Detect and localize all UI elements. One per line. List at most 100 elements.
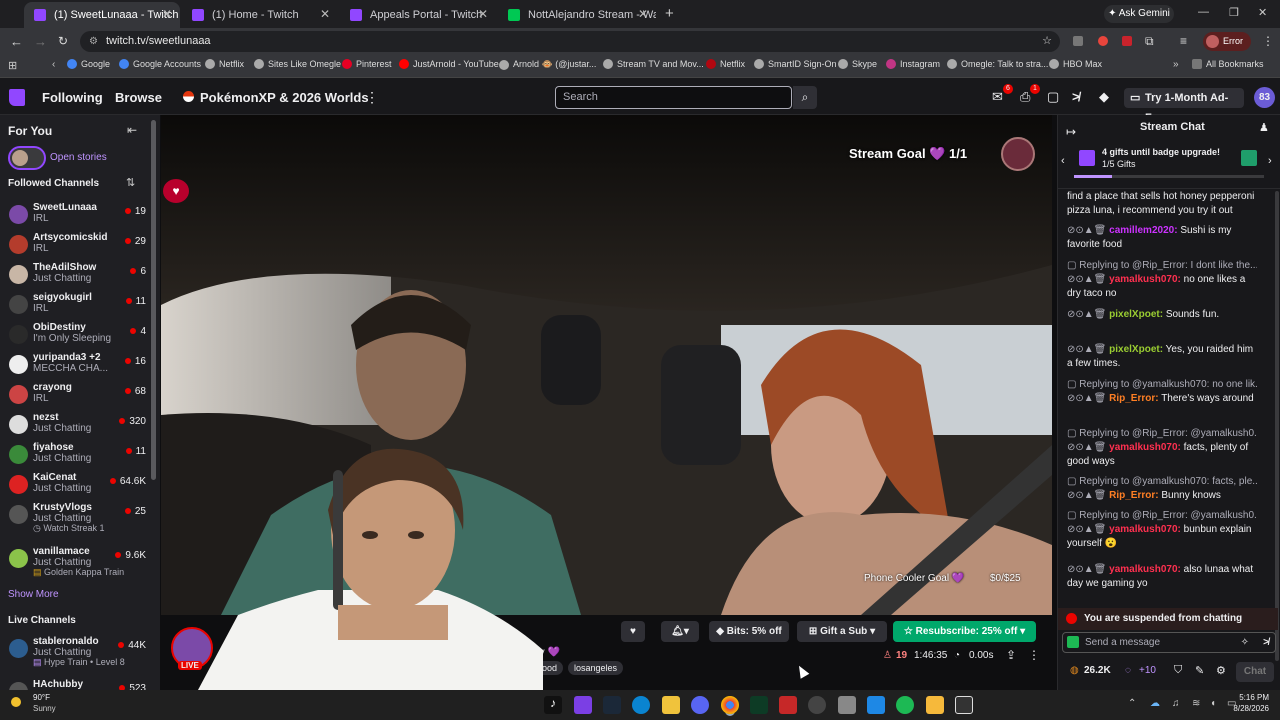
bits-icon[interactable]: ◆ — [1099, 89, 1109, 105]
nav-browse[interactable]: Browse — [115, 90, 162, 105]
show-more-link[interactable]: Show More — [8, 589, 59, 600]
sidebar-scrollbar[interactable] — [151, 120, 156, 480]
bookmark-item[interactable]: Pinterest — [342, 59, 392, 69]
followed-channel-item[interactable]: yuripanda3 +2 MECCHA CHA... 16 — [0, 351, 150, 381]
mod-icons[interactable]: ⊘⊙▲🗑︎ — [1067, 524, 1109, 535]
chat-username[interactable]: Rip_Error: — [1109, 490, 1158, 501]
chat-username[interactable]: pixelXpoet: — [1109, 309, 1163, 320]
chat-send-button[interactable]: Chat — [1236, 662, 1274, 682]
spotify-taskbar-icon[interactable] — [896, 696, 914, 714]
followed-channel-item[interactable]: ObiDestiny I'm Only Sleeping 4 — [0, 321, 150, 351]
collapse-sidebar-icon[interactable]: ⇤ — [127, 123, 137, 137]
app-taskbar-icon[interactable] — [838, 696, 856, 714]
bookmarks-scroll-icon[interactable]: ‹ — [52, 59, 55, 70]
weather-condition[interactable]: Sunny — [33, 704, 56, 713]
reload-icon[interactable]: ↻ — [58, 34, 68, 48]
edge-taskbar-icon[interactable] — [632, 696, 650, 714]
chevron-right-icon[interactable]: › — [1268, 155, 1272, 167]
maximize-icon[interactable]: ❐ — [1229, 6, 1239, 19]
discord-taskbar-icon[interactable] — [691, 696, 709, 714]
gift-upgrade-banner[interactable]: ‹ 4 gifts until badge upgrade! 1/5 Gifts… — [1058, 141, 1280, 189]
steam-taskbar-icon[interactable] — [603, 696, 621, 714]
forward-icon[interactable]: → — [34, 34, 47, 49]
open-stories-link[interactable]: Open stories — [50, 152, 107, 163]
bookmark-item[interactable]: Sites Like Omegle — [254, 59, 341, 69]
prime-loot-icon[interactable]: ✉ — [992, 89, 1003, 105]
back-icon[interactable]: ← — [10, 34, 23, 49]
ask-gemini-button[interactable]: ✦ Ask Gemini — [1104, 5, 1174, 23]
all-bookmarks-button[interactable]: All Bookmarks — [1192, 59, 1264, 69]
chat-username[interactable]: pixelXpoet: — [1109, 344, 1163, 355]
bookmark-item[interactable]: Instagram — [886, 59, 940, 69]
app-taskbar-icon[interactable] — [926, 696, 944, 714]
whispers-icon[interactable]: ▢ — [1047, 89, 1059, 105]
followed-channel-item[interactable]: Artsycomicskid IRL 29 — [0, 231, 150, 261]
bookmark-item[interactable]: HBO Max — [1049, 59, 1102, 69]
clock-time[interactable]: 5:16 PM — [1233, 693, 1269, 702]
tiktok-taskbar-icon[interactable]: ♪ — [544, 696, 562, 714]
close-window-icon[interactable]: ✕ — [1258, 6, 1267, 19]
app-taskbar-icon[interactable] — [574, 696, 592, 714]
weather-temp[interactable]: 90°F — [33, 693, 50, 702]
follow-heart-button[interactable]: ♥ — [621, 621, 645, 642]
app-taskbar-icon[interactable] — [867, 696, 885, 714]
settings-gear-icon[interactable]: ⚙ — [1216, 664, 1226, 677]
bookmark-item[interactable]: JustArnold - YouTube — [399, 59, 499, 69]
app-taskbar-icon[interactable] — [808, 696, 826, 714]
nav-following[interactable]: Following — [42, 90, 103, 105]
chrome-taskbar-icon[interactable] — [721, 696, 739, 714]
bookmark-item[interactable]: Skype — [838, 59, 877, 69]
followed-channel-item[interactable]: KaiCenat Just Chatting 64.6K — [0, 471, 150, 501]
followed-channel-item[interactable]: nezst Just Chatting 320 — [0, 411, 150, 441]
mod-icons[interactable]: ⊘⊙▲🗑︎ — [1067, 564, 1109, 575]
clock-date[interactable]: 8/28/2026 — [1223, 704, 1269, 713]
ad-free-button[interactable]: ▭ Try 1-Month Ad-Free — [1124, 88, 1244, 124]
bookmark-star-icon[interactable]: ☆ — [1042, 31, 1052, 52]
reply-context[interactable]: ▢ Replying to @Rip_Error: I dont like th… — [1067, 259, 1257, 273]
emote-picker-icon[interactable]: ≯ — [1263, 633, 1269, 652]
browser-tab-active[interactable]: (1) SweetLunaaa - Twitch ✕ — [24, 2, 180, 28]
media-controls-icon[interactable]: ≡ — [1180, 34, 1187, 48]
extension-icon[interactable] — [1073, 36, 1083, 46]
browser-tab[interactable]: (1) Home - Twitch ✕ — [182, 2, 338, 28]
followed-channel-item[interactable]: vanillamace Just Chatting 9.6K ▤ Golden … — [0, 545, 150, 577]
turbo-icon[interactable]: ≯ — [1072, 89, 1080, 104]
followed-channel-item[interactable]: TheAdilShow Just Chatting 6 — [0, 261, 150, 291]
extensions-puzzle-icon[interactable]: ⧉ — [1145, 34, 1154, 49]
bookmark-item[interactable]: Stream TV and Mov... — [603, 59, 704, 69]
mod-icons[interactable]: ⊘⊙▲🗑︎ — [1067, 225, 1109, 236]
chat-username[interactable]: Rip_Error: — [1109, 393, 1158, 404]
collapse-chat-icon[interactable]: ↦ — [1066, 125, 1076, 139]
app-taskbar-icon[interactable] — [750, 696, 768, 714]
chat-username[interactable]: camillem2020: — [1109, 225, 1177, 236]
twitch-logo-icon[interactable] — [9, 89, 25, 106]
stories-avatars[interactable] — [8, 146, 46, 170]
reply-context[interactable]: ▢ Replying to @Rip_Error: @yamalkush0... — [1067, 509, 1257, 523]
chat-username[interactable]: yamalkush070: — [1109, 564, 1181, 575]
mod-icons[interactable]: ⊘⊙▲🗑︎ — [1067, 490, 1109, 501]
close-tab-icon[interactable]: ✕ — [478, 7, 488, 21]
channel-points-balance[interactable]: 26.2K — [1084, 665, 1111, 676]
channel-points-icon[interactable]: ◍ — [1070, 665, 1079, 676]
followed-channel-item[interactable]: fiyahose Just Chatting 11 — [0, 441, 150, 471]
mod-icons[interactable]: ⊘⊙▲🗑︎ — [1067, 442, 1109, 453]
resubscribe-button[interactable]: ☆ Resubscribe: 25% off ▾ — [893, 621, 1036, 642]
mod-icons[interactable]: ⊘⊙▲🗑︎ — [1067, 393, 1109, 404]
pencil-icon[interactable]: ✎ — [1195, 664, 1204, 677]
notifications-toggle-button[interactable]: 🔔︎▾ — [661, 621, 699, 642]
close-tab-icon[interactable]: ✕ — [638, 7, 648, 21]
followed-channel-item[interactable]: crayong IRL 68 — [0, 381, 150, 411]
tag-pill[interactable]: losangeles — [568, 661, 624, 675]
mod-icons[interactable]: ⊘⊙▲🗑︎ — [1067, 274, 1109, 285]
search-icon[interactable]: ⌕ — [793, 86, 817, 109]
extension-icon[interactable] — [1122, 36, 1132, 46]
user-avatar[interactable]: 83 — [1254, 87, 1275, 108]
bonus-points-icon[interactable]: ◌ — [1125, 665, 1131, 676]
mod-icons[interactable]: ⊘⊙▲🗑︎ — [1067, 344, 1109, 355]
shield-icon[interactable]: ⛉ — [1174, 664, 1182, 677]
bookmark-item[interactable]: SmartID Sign-On — [754, 59, 837, 69]
url-bar[interactable]: ⚙ twitch.tv/sweetlunaaa ☆ — [80, 31, 1060, 52]
gift-sub-button[interactable]: ⊞ Gift a Sub ▾ — [797, 621, 887, 642]
bookmarks-overflow-icon[interactable]: » — [1173, 59, 1179, 70]
mod-icons[interactable]: ⊘⊙▲🗑︎ — [1067, 309, 1109, 320]
